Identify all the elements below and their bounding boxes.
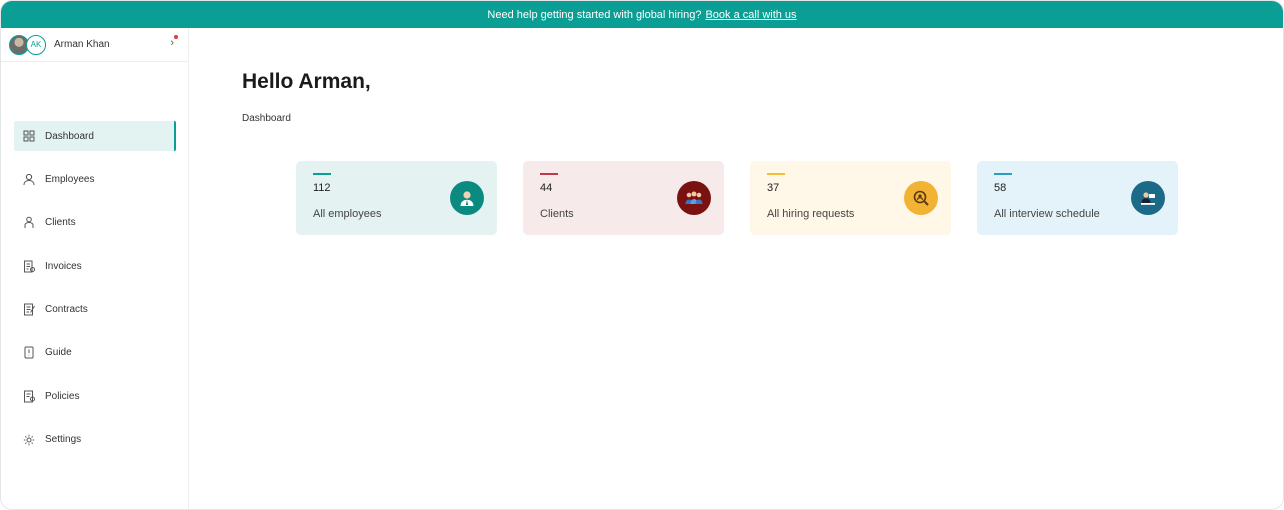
profile-name: Arman Khan	[54, 39, 110, 50]
stat-card-interview-schedule[interactable]: 58 All interview schedule	[977, 161, 1178, 235]
card-count: 58	[994, 182, 1007, 194]
card-accent-bar	[767, 173, 785, 175]
breadcrumb: Dashboard	[242, 113, 291, 124]
sidebar-item-policies[interactable]: Policies	[14, 381, 176, 411]
sidebar-item-dashboard[interactable]: Dashboard	[14, 121, 176, 151]
profile-header[interactable]: AK Arman Khan ›	[1, 28, 188, 62]
card-label: All interview schedule	[994, 208, 1100, 220]
chevron-right-icon: ›	[170, 37, 174, 49]
employees-icon	[22, 172, 36, 186]
invoices-icon	[22, 259, 36, 273]
stat-card-hiring-requests[interactable]: 37 All hiring requests	[750, 161, 951, 235]
card-accent-bar	[313, 173, 331, 175]
main-content: Hello Arman, Dashboard 112 All employees…	[189, 28, 1283, 509]
sidebar-item-label: Contracts	[45, 304, 88, 316]
sidebar-item-label: Clients	[45, 217, 76, 229]
sidebar-item-label: Guide	[45, 347, 72, 359]
stat-card-clients[interactable]: 44 Clients	[523, 161, 724, 235]
card-accent-bar	[994, 173, 1012, 175]
collapse-sidebar-button[interactable]: ›	[170, 35, 178, 49]
app-window: Need help getting started with global hi…	[0, 0, 1284, 510]
card-label: All hiring requests	[767, 208, 855, 220]
sidebar: AK Arman Khan › Dashboard Employees Clie…	[1, 28, 189, 509]
card-accent-bar	[540, 173, 558, 175]
interview-icon	[1131, 181, 1165, 215]
sidebar-item-employees[interactable]: Employees	[14, 164, 176, 194]
sidebar-item-label: Invoices	[45, 260, 82, 272]
sidebar-item-guide[interactable]: Guide	[14, 338, 176, 368]
card-count: 37	[767, 182, 780, 194]
sidebar-item-invoices[interactable]: Invoices	[14, 251, 176, 281]
clients-group-icon	[677, 181, 711, 215]
avatar-initials: AK	[26, 34, 46, 55]
card-count: 112	[313, 182, 331, 194]
employee-avatar-icon	[450, 181, 484, 215]
sidebar-item-clients[interactable]: Clients	[14, 208, 176, 238]
sidebar-item-contracts[interactable]: Contracts	[14, 295, 176, 325]
card-label: Clients	[540, 208, 574, 220]
help-banner: Need help getting started with global hi…	[1, 1, 1283, 28]
policies-icon	[22, 389, 36, 403]
banner-text: Need help getting started with global hi…	[487, 8, 702, 21]
sidebar-item-label: Employees	[45, 173, 95, 185]
clients-icon	[22, 216, 36, 230]
hiring-search-icon	[904, 181, 938, 215]
sidebar-item-settings[interactable]: Settings	[14, 425, 176, 455]
book-call-link[interactable]: Book a call with us	[705, 9, 796, 21]
settings-icon	[22, 433, 36, 447]
page-title: Hello Arman,	[242, 70, 371, 93]
notification-dot	[174, 35, 178, 39]
sidebar-item-label: Dashboard	[45, 130, 94, 142]
guide-icon	[22, 346, 36, 360]
contracts-icon	[22, 303, 36, 317]
sidebar-item-label: Settings	[45, 434, 82, 446]
sidebar-item-label: Policies	[45, 390, 80, 402]
sidebar-nav: Dashboard Employees Clients Invoices Con…	[14, 121, 176, 468]
card-count: 44	[540, 182, 553, 194]
stat-card-employees[interactable]: 112 All employees	[296, 161, 497, 235]
card-label: All employees	[313, 208, 382, 220]
dashboard-icon	[22, 129, 36, 143]
